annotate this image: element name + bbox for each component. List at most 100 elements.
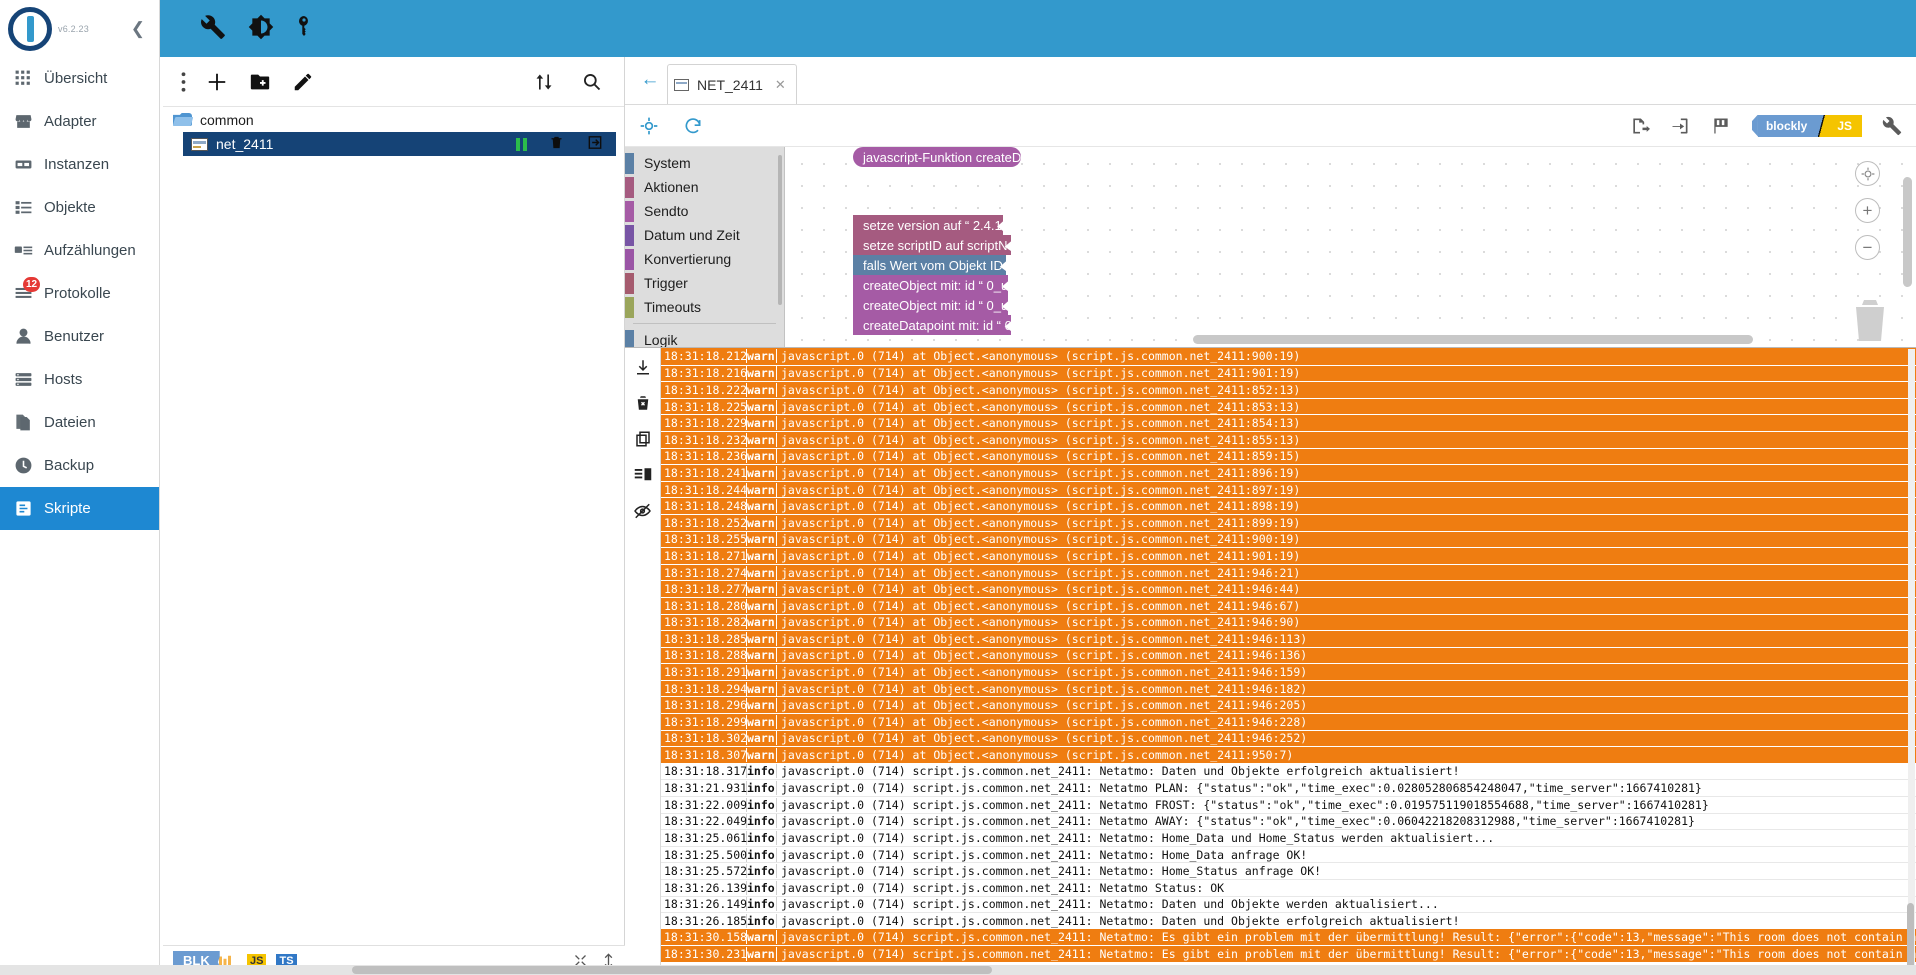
- sort-icon[interactable]: [534, 72, 554, 92]
- import-blocks-icon[interactable]: [1670, 116, 1690, 136]
- plus-icon[interactable]: [206, 71, 228, 93]
- log-line[interactable]: 18:31:18.302 warn javascript.0 (714) at Ob…: [661, 729, 1916, 747]
- log-line[interactable]: 18:31:22.009 info javascript.0 (714) scrip…: [661, 796, 1916, 813]
- log-line[interactable]: 18:31:18.244 warn javascript.0 (714) at Ob…: [661, 480, 1916, 498]
- log-scrollbar-thumb[interactable]: [1907, 903, 1914, 969]
- log-line[interactable]: 18:31:22.049 info javascript.0 (714) scrip…: [661, 812, 1916, 830]
- zoom-in-button[interactable]: +: [1855, 198, 1880, 223]
- log-line[interactable]: 18:31:18.317 info javascript.0 (714) scrip…: [661, 762, 1916, 780]
- log-line[interactable]: 18:31:25.500 info javascript.0 (714) scrip…: [661, 845, 1916, 863]
- log-line[interactable]: 18:31:18.280 warn javascript.0 (714) at Ob…: [661, 596, 1916, 614]
- blockly-block[interactable]: setze scriptID auf scriptName: [853, 235, 1011, 255]
- language-toggle[interactable]: blockly JS: [1751, 114, 1862, 137]
- blockly-block[interactable]: createObject mit: id “ 0_us...: [853, 275, 1008, 295]
- sidebar-collapse-icon[interactable]: ❮: [131, 19, 151, 39]
- log-line[interactable]: 18:31:18.291 warn javascript.0 (714) at Ob…: [661, 663, 1916, 680]
- log-line[interactable]: 18:31:26.149 info javascript.0 (714) scrip…: [661, 895, 1916, 913]
- sidebar-item-backup[interactable]: Backup: [0, 444, 159, 487]
- log-line[interactable]: 18:31:18.288 warn javascript.0 (714) at Ob…: [661, 646, 1916, 664]
- log-scrollbar-track[interactable]: [1907, 349, 1915, 975]
- crosshair-icon[interactable]: [1855, 161, 1880, 186]
- toolbox-category-aktionen[interactable]: Aktionen: [625, 175, 784, 199]
- log-line[interactable]: 18:31:18.216 warn javascript.0 (714) at Ob…: [661, 364, 1916, 382]
- export-blocks-icon[interactable]: [1630, 116, 1650, 136]
- blockly-block[interactable]: setze version auf “ 2.4.11 ”: [853, 215, 1003, 235]
- checkered-flag-icon[interactable]: [1710, 116, 1732, 136]
- log-line[interactable]: 18:31:26.185 info javascript.0 (714) scrip…: [661, 912, 1916, 929]
- log-line[interactable]: 18:31:18.277 warn javascript.0 (714) at Ob…: [661, 580, 1916, 597]
- sidebar-item-adapter[interactable]: Adapter: [0, 100, 159, 143]
- toolbox-category-timeouts[interactable]: Timeouts: [625, 295, 784, 319]
- close-icon[interactable]: ✕: [775, 77, 786, 93]
- sidebar-item-objekte[interactable]: Objekte: [0, 186, 159, 229]
- log-line[interactable]: 18:31:18.274 warn javascript.0 (714) at Ob…: [661, 563, 1916, 581]
- pencil-icon[interactable]: [292, 71, 314, 93]
- log-line[interactable]: 18:31:18.255 warn javascript.0 (714) at Ob…: [661, 530, 1916, 548]
- more-vertical-icon[interactable]: [181, 71, 186, 92]
- toolbox-category-system[interactable]: System: [625, 151, 784, 175]
- sidebar-item-hosts[interactable]: Hosts: [0, 358, 159, 401]
- log-line[interactable]: 18:31:18.307 warn javascript.0 (714) at Ob…: [661, 746, 1916, 763]
- log-line[interactable]: 18:31:30.231 warn javascript.0 (714) scrip…: [661, 945, 1916, 962]
- sidebar-item-skripte[interactable]: Skripte: [0, 487, 159, 530]
- wrench-icon[interactable]: [200, 14, 226, 45]
- log-lines[interactable]: 18:31:18.212 warn javascript.0 (714) at Ob…: [661, 348, 1916, 975]
- arrow-left-icon[interactable]: ←: [633, 56, 667, 104]
- log-line[interactable]: 18:31:18.248 warn javascript.0 (714) at Ob…: [661, 497, 1916, 514]
- toolbox-category-datum-und-zeit[interactable]: Datum und Zeit: [625, 223, 784, 247]
- log-line[interactable]: 18:31:18.236 warn javascript.0 (714) at Ob…: [661, 447, 1916, 465]
- blockly-canvas[interactable]: javascript-Funktion createD... setze vers…: [785, 147, 1916, 347]
- sidebar-item--bersicht[interactable]: Übersicht: [0, 57, 159, 100]
- sidebar-item-benutzer[interactable]: Benutzer: [0, 315, 159, 358]
- blockly-block[interactable]: falls Wert vom Objekt ID “ ...: [853, 255, 1006, 275]
- log-line[interactable]: 18:31:18.225 warn javascript.0 (714) at Ob…: [661, 397, 1916, 415]
- log-line[interactable]: 18:31:18.252 warn javascript.0 (714) at Ob…: [661, 513, 1916, 531]
- tree-folder-common[interactable]: common: [163, 107, 624, 132]
- sidebar-item-dateien[interactable]: Dateien: [0, 401, 159, 444]
- trash-icon[interactable]: [1850, 295, 1890, 343]
- log-line[interactable]: 18:31:18.222 warn javascript.0 (714) at Ob…: [661, 381, 1916, 398]
- zoom-out-button[interactable]: −: [1855, 235, 1880, 260]
- log-line[interactable]: 18:31:26.139 info javascript.0 (714) scrip…: [661, 879, 1916, 896]
- log-line[interactable]: 18:31:18.285 warn javascript.0 (714) at Ob…: [661, 630, 1916, 647]
- blockly-block[interactable]: createObject mit: id “ 0_us...: [853, 295, 1008, 315]
- log-line[interactable]: 18:31:30.158 warn javascript.0 (714) scrip…: [661, 928, 1916, 946]
- new-folder-icon[interactable]: [248, 71, 272, 93]
- center-block-icon[interactable]: [639, 116, 659, 136]
- export-icon[interactable]: [586, 134, 604, 154]
- toolbox-scrollbar[interactable]: [778, 155, 782, 305]
- sidebar-item-aufz-hlungen[interactable]: Aufzählungen: [0, 229, 159, 272]
- pause-icon[interactable]: [516, 137, 527, 151]
- log-line[interactable]: 18:31:18.229 warn javascript.0 (714) at Ob…: [661, 414, 1916, 431]
- sidebar-item-instanzen[interactable]: Instanzen: [0, 143, 159, 186]
- log-line[interactable]: 18:31:21.931 info javascript.0 (714) scrip…: [661, 779, 1916, 797]
- hide-icon[interactable]: [632, 500, 654, 522]
- copy-icon[interactable]: [632, 428, 654, 450]
- log-line[interactable]: 18:31:18.282 warn javascript.0 (714) at Ob…: [661, 613, 1916, 631]
- layout-icon[interactable]: [632, 464, 654, 486]
- window-scrollbar-thumb[interactable]: [352, 966, 992, 974]
- search-icon[interactable]: [582, 72, 602, 92]
- log-line[interactable]: 18:31:18.271 warn javascript.0 (714) at Ob…: [661, 547, 1916, 564]
- sidebar-item-protokolle[interactable]: 12 Protokolle: [0, 272, 159, 315]
- log-line[interactable]: 18:31:18.232 warn javascript.0 (714) at Ob…: [661, 430, 1916, 448]
- blockly-block[interactable]: javascript-Funktion createD...: [853, 147, 1032, 167]
- log-line[interactable]: 18:31:25.061 info javascript.0 (714) scrip…: [661, 829, 1916, 846]
- download-icon[interactable]: [632, 356, 654, 378]
- canvas-vertical-scrollbar[interactable]: [1903, 177, 1912, 287]
- clear-log-icon[interactable]: [632, 392, 654, 414]
- toolbox-category-sendto[interactable]: Sendto: [625, 199, 784, 223]
- wrench-icon[interactable]: [1882, 116, 1902, 136]
- blockly-block[interactable]: createDatapoint mit: id “ 0...: [853, 315, 1011, 335]
- toolbox-category-trigger[interactable]: Trigger: [625, 271, 784, 295]
- log-line[interactable]: 18:31:18.294 warn javascript.0 (714) at Ob…: [661, 679, 1916, 697]
- window-horizontal-scrollbar[interactable]: [0, 965, 1916, 975]
- log-line[interactable]: 18:31:18.296 warn javascript.0 (714) at Ob…: [661, 696, 1916, 714]
- tree-row-net-2411[interactable]: net_2411: [183, 132, 616, 156]
- refresh-icon[interactable]: [683, 116, 703, 136]
- log-line[interactable]: 18:31:18.212 warn javascript.0 (714) at Ob…: [661, 348, 1916, 365]
- brightness-icon[interactable]: [248, 14, 274, 45]
- toolbox-category-konvertierung[interactable]: Konvertierung: [625, 247, 784, 271]
- trash-icon[interactable]: [549, 134, 564, 154]
- log-line[interactable]: 18:31:18.241 warn javascript.0 (714) at Ob…: [661, 464, 1916, 481]
